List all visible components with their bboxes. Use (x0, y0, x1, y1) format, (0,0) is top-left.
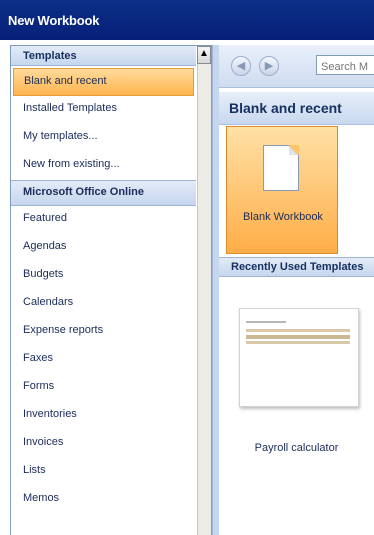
category-expense-reports[interactable]: Expense reports (11, 318, 196, 346)
category-memos[interactable]: Memos (11, 486, 196, 514)
template-preview-pane: ◀ ▶ Blank and recent Blank Workbook Rece… (219, 45, 374, 535)
scroll-up-button[interactable]: ▲ (197, 46, 211, 64)
blank-workbook-tile[interactable]: Blank Workbook (226, 126, 338, 254)
thumbnail-row (246, 335, 350, 339)
navigation-bar: ◀ ▶ (219, 45, 374, 88)
forward-button[interactable]: ▶ (259, 56, 279, 76)
back-button[interactable]: ◀ (231, 56, 251, 76)
category-inventories[interactable]: Inventories (11, 402, 196, 430)
arrow-left-icon: ◀ (236, 60, 246, 72)
templates-pane: Templates ▲ Blank and recent Installed T… (10, 45, 212, 535)
category-agendas[interactable]: Agendas (11, 234, 196, 262)
recently-used-header: Recently Used Templates (219, 257, 374, 277)
category-faxes[interactable]: Faxes (11, 346, 196, 374)
thumbnail-row (246, 341, 350, 344)
category-invoices[interactable]: Invoices (11, 430, 196, 458)
arrow-right-icon: ▶ (264, 60, 274, 72)
section-microsoft-office-online: Microsoft Office Online (11, 180, 196, 206)
pane-splitter[interactable] (212, 45, 219, 535)
search-input[interactable] (316, 55, 374, 75)
category-blank-and-recent[interactable]: Blank and recent (13, 68, 194, 96)
category-forms[interactable]: Forms (11, 374, 196, 402)
templates-header: Templates (11, 46, 196, 66)
category-installed-templates[interactable]: Installed Templates (11, 96, 196, 124)
blank-workbook-label: Blank Workbook (243, 211, 323, 223)
payroll-calculator-label[interactable]: Payroll calculator (219, 442, 374, 454)
category-new-from-existing[interactable]: New from existing... (11, 152, 196, 180)
payroll-calculator-thumbnail[interactable] (239, 308, 359, 407)
category-lists[interactable]: Lists (11, 458, 196, 486)
category-my-templates[interactable]: My templates... (11, 124, 196, 152)
category-budgets[interactable]: Budgets (11, 262, 196, 290)
section-title: Blank and recent (219, 91, 374, 125)
template-category-list: Blank and recent Installed Templates My … (11, 68, 196, 514)
thumbnail-row (246, 329, 350, 332)
blank-document-icon (263, 145, 299, 191)
window-title: New Workbook (0, 0, 374, 40)
thumbnail-heading-line (246, 321, 286, 323)
category-featured[interactable]: Featured (11, 206, 196, 234)
category-calendars[interactable]: Calendars (11, 290, 196, 318)
scrollbar-track[interactable] (197, 64, 211, 535)
